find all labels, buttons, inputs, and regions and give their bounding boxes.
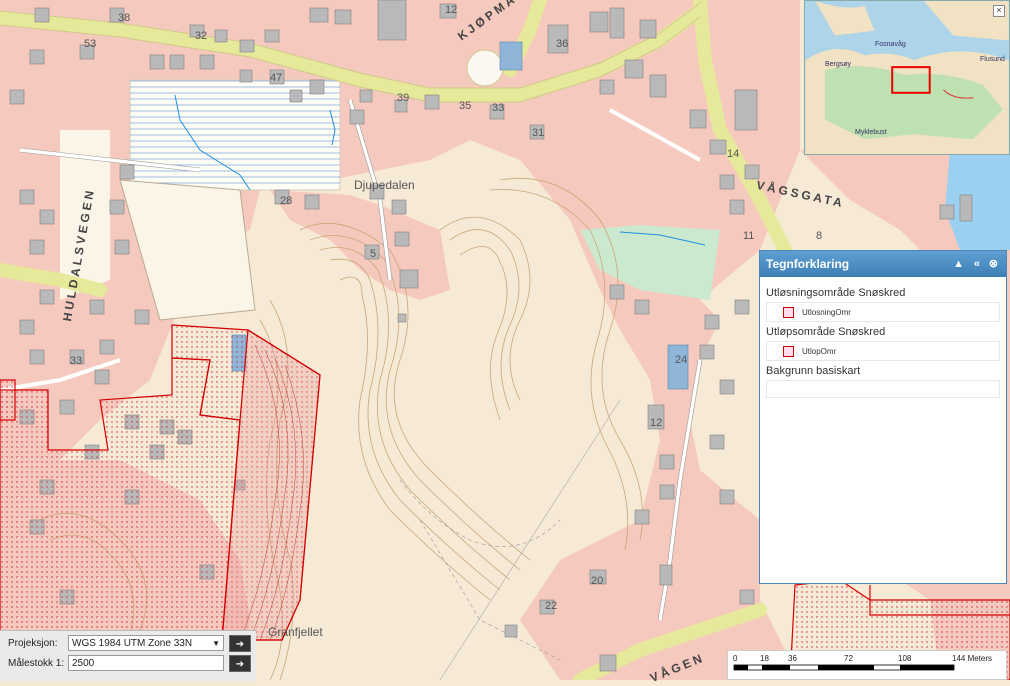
projection-label: Projeksjon: — [8, 638, 58, 649]
house-number: 5 — [370, 248, 377, 260]
legend-item-label: UtlopOmr — [802, 346, 837, 356]
scale-label: Målestokk 1: — [8, 658, 65, 669]
place-label-granfjellet: Granfjellet — [268, 625, 323, 639]
overview-label: Myklebust — [855, 129, 887, 136]
legend-group-title: Utløsningsområde Snøskred — [766, 287, 906, 299]
legend-header: Tegnforklaring ▲ « ⊗ — [760, 251, 1006, 277]
house-number: 53 — [84, 38, 97, 50]
house-number: 47 — [270, 72, 283, 84]
legend-swatch — [783, 345, 794, 357]
house-number: 31 — [532, 127, 545, 139]
projection-select[interactable]: WGS 1984 UTM Zone 33N ▼ — [68, 635, 224, 651]
place-label-djupedalen: Djupedalen — [354, 178, 415, 192]
house-number: 36 — [556, 38, 569, 50]
house-number: 24 — [675, 354, 688, 366]
legend-body: Utløsningsområde Snøskred UtlosningOmr U… — [760, 277, 1006, 404]
house-number: 33 — [492, 102, 505, 114]
collapse-up-icon[interactable]: ▲ — [953, 257, 964, 271]
house-number: 12 — [445, 4, 458, 16]
house-number: 22 — [545, 600, 558, 612]
house-number: 28 — [280, 195, 293, 207]
overview-basemap — [805, 1, 1009, 154]
scale-tick: 18 — [760, 654, 769, 663]
apply-scale-button[interactable]: ➔ — [229, 655, 251, 672]
scale-tick: 0 — [733, 654, 738, 663]
scale-row: Målestokk 1: 2500 ➔ — [0, 655, 256, 673]
legend-group-title: Utløpsområde Snøskred — [766, 326, 886, 338]
overview-label: Fosnavåg — [875, 41, 906, 48]
house-number: 11 — [743, 230, 755, 242]
house-number: 39 — [397, 92, 410, 104]
overview-label: Flusund — [980, 56, 1005, 63]
legend-item — [766, 380, 1000, 398]
close-overview-icon[interactable]: × — [993, 5, 1005, 17]
scale-tick: 72 — [844, 654, 853, 663]
legend-item: UtlopOmr — [766, 341, 1000, 361]
apply-projection-button[interactable]: ➔ — [229, 635, 251, 652]
projection-row: Projeksjon: WGS 1984 UTM Zone 33N ▼ ➔ — [0, 635, 256, 653]
dropdown-arrow-icon: ▼ — [212, 639, 220, 648]
house-number: 32 — [195, 30, 208, 42]
legend-swatch — [783, 306, 794, 318]
scale-tick: 108 — [898, 654, 912, 663]
overview-map[interactable]: Fosnavåg Flusund Bergsøy Myklebust × — [804, 0, 1010, 155]
legend-item-label: UtlosningOmr — [802, 307, 851, 317]
house-number: 12 — [650, 417, 663, 429]
map-controls-panel: Projeksjon: WGS 1984 UTM Zone 33N ▼ ➔ Må… — [0, 630, 256, 681]
house-number: 20 — [591, 575, 604, 587]
legend-item: UtlosningOmr — [766, 302, 1000, 322]
house-number: 33 — [70, 355, 83, 367]
scale-input[interactable]: 2500 — [68, 655, 224, 671]
close-legend-icon[interactable]: ⊗ — [989, 257, 998, 271]
scale-bar: 0 18 36 72 108 144 Meters — [727, 650, 1007, 680]
legend-title: Tegnforklaring — [766, 257, 850, 271]
house-number: 35 — [459, 100, 472, 112]
legend-group-title: Bakgrunn basiskart — [766, 365, 861, 377]
house-number: 14 — [727, 148, 740, 160]
collapse-left-icon[interactable]: « — [974, 257, 980, 271]
house-number: 8 — [816, 230, 823, 242]
scale-value: 2500 — [72, 658, 95, 669]
legend-panel: Tegnforklaring ▲ « ⊗ Utløsningsområde Sn… — [759, 250, 1007, 584]
projection-value: WGS 1984 UTM Zone 33N — [72, 638, 193, 649]
scale-tick: 36 — [788, 654, 797, 663]
overview-label: Bergsøy — [825, 61, 852, 68]
house-number: 38 — [118, 12, 131, 24]
scale-tick: 144 Meters — [952, 654, 993, 663]
